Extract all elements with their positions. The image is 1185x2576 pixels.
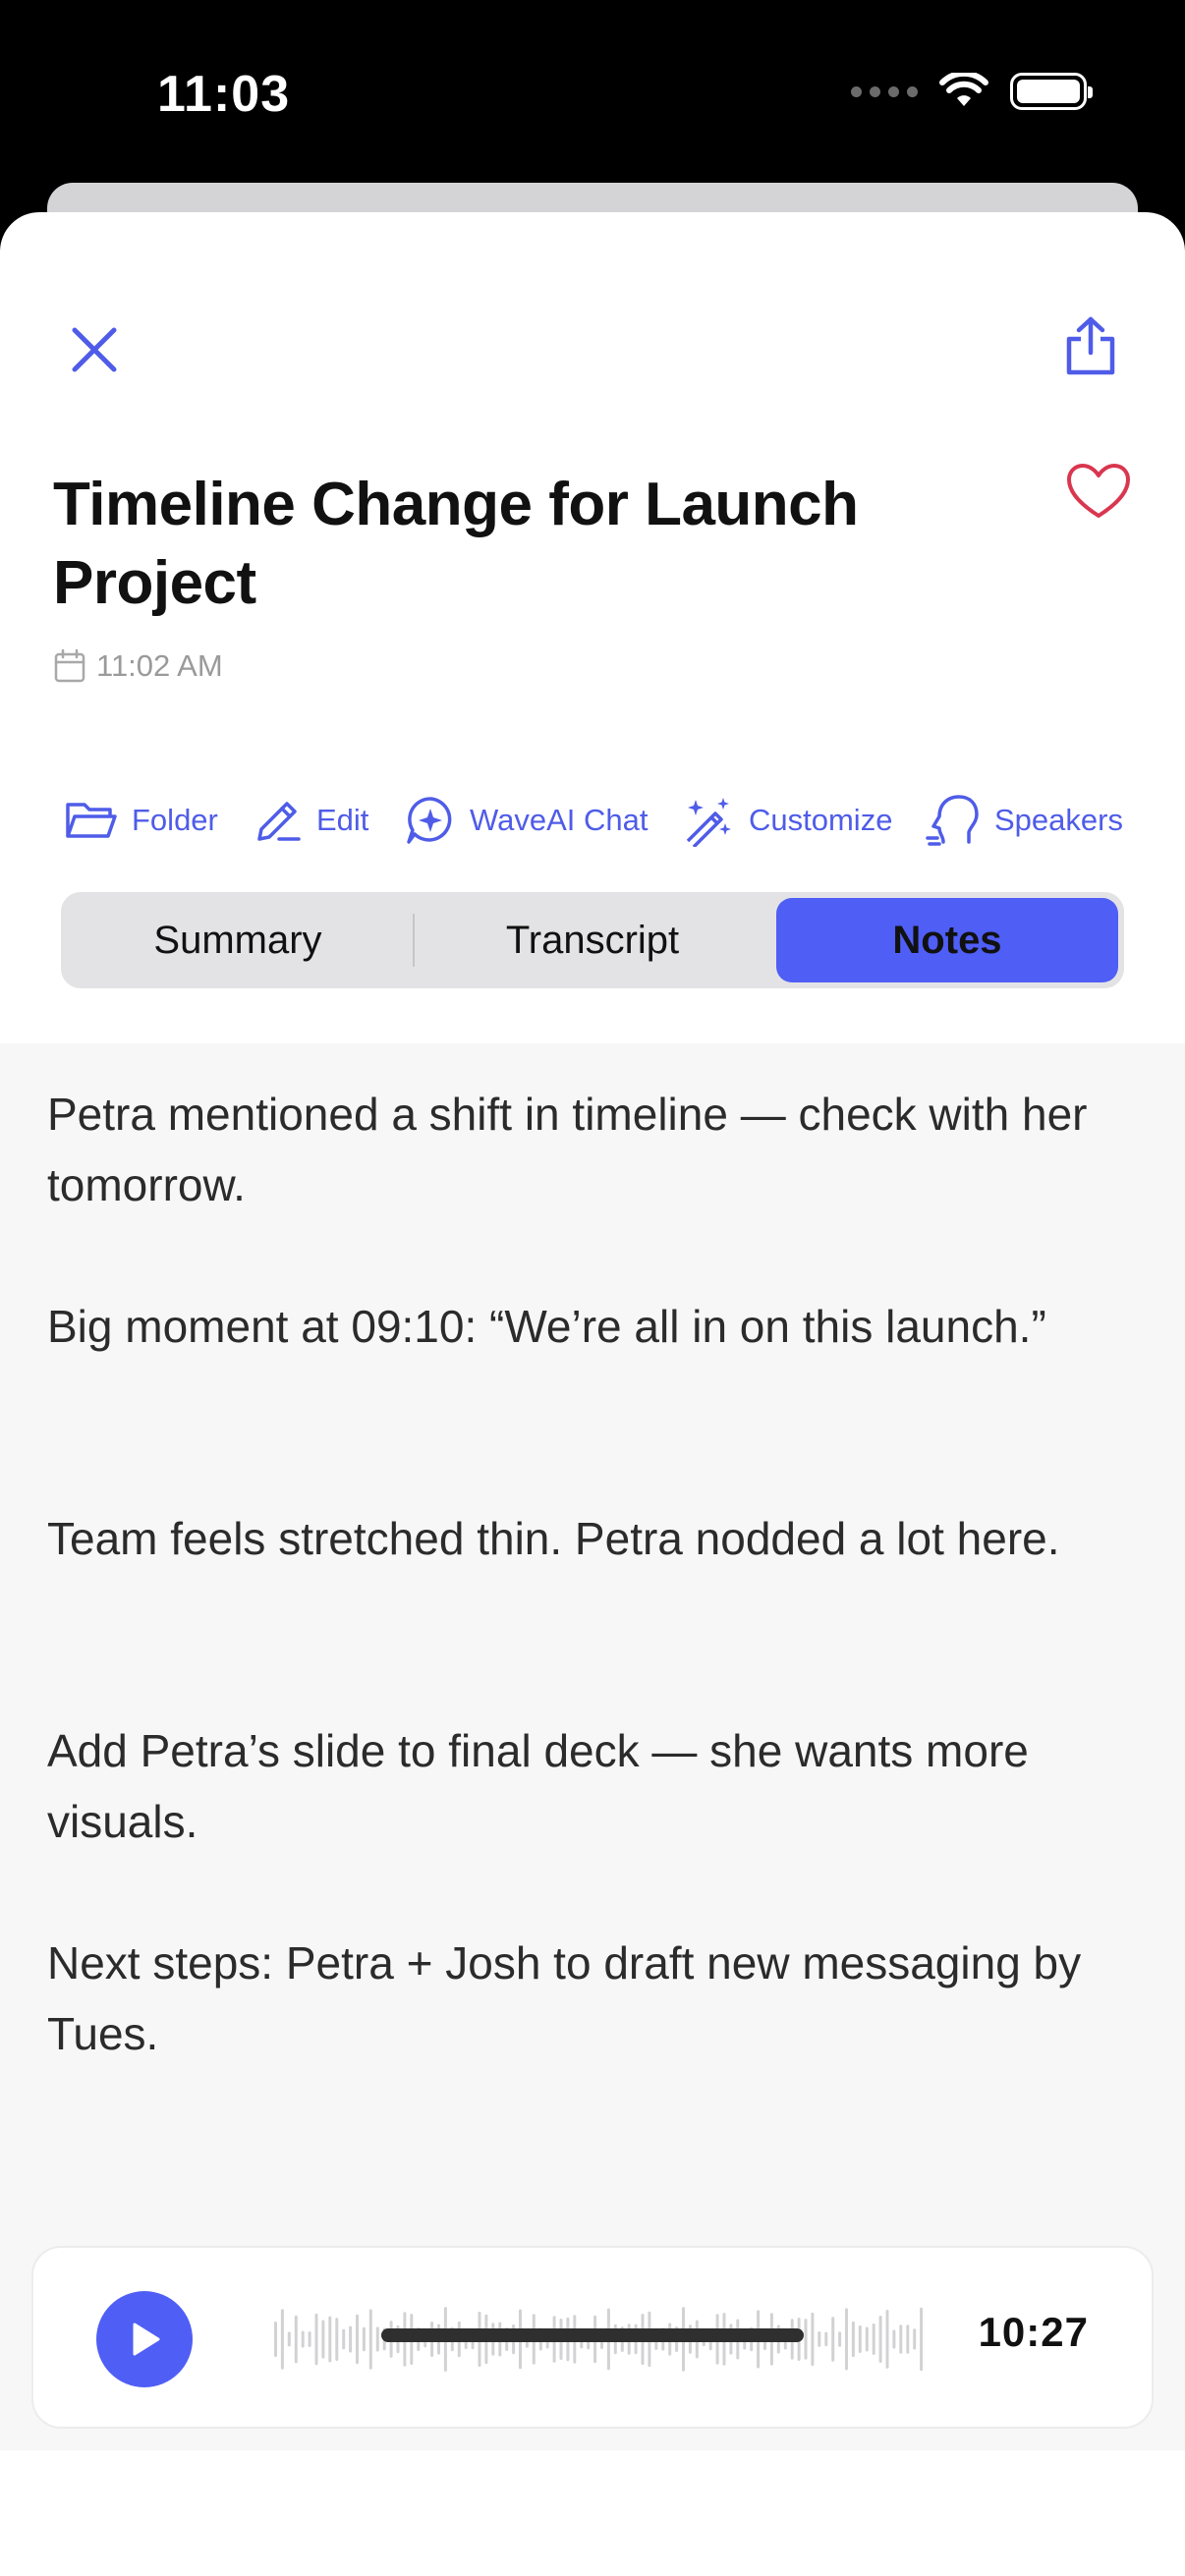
audio-duration: 10:27 — [978, 2309, 1089, 2355]
waveform-bar — [872, 2323, 875, 2355]
tab-transcript[interactable]: Transcript — [419, 898, 766, 982]
waveform-bar — [858, 2325, 862, 2353]
close-button[interactable] — [57, 312, 132, 387]
cellular-icon — [851, 85, 918, 97]
waveform-bar — [280, 2309, 284, 2370]
wifi-icon — [939, 73, 988, 106]
note-paragraph: Petra mentioned a shift in timeline — ch… — [47, 1089, 1088, 1210]
note-paragraph: Big moment at 09:10: “We’re all in on th… — [47, 1301, 1046, 1352]
ai-chat-icon — [407, 797, 452, 844]
home-indicator — [381, 2328, 804, 2342]
waveform-bar — [913, 2328, 917, 2350]
recording-date: 11:02 AM — [53, 648, 223, 684]
play-button[interactable] — [96, 2291, 193, 2387]
waveform-bar — [294, 2315, 298, 2364]
speakers-label: Speakers — [994, 803, 1123, 837]
favorite-button[interactable] — [1059, 452, 1138, 531]
waveform-bar — [906, 2324, 910, 2354]
waveform-bar — [851, 2321, 855, 2358]
waveform-bar — [892, 2329, 896, 2349]
recording-sheet: Timeline Change for Launch Project 11:02… — [0, 212, 1185, 2576]
waveform-bar — [375, 2326, 379, 2352]
waveform-bar — [811, 2312, 815, 2367]
status-icons — [851, 73, 1093, 110]
edit-button[interactable]: Edit — [254, 790, 368, 851]
waveform-bar — [845, 2308, 848, 2371]
tab-summary[interactable]: Summary — [67, 898, 409, 982]
heart-icon — [1067, 464, 1130, 518]
waveform-bar — [838, 2331, 842, 2347]
waveai-chat-label: WaveAI Chat — [470, 803, 649, 837]
note-paragraph: Add Petra’s slide to final deck — she wa… — [47, 1725, 1029, 1847]
waveform-bar — [920, 2307, 924, 2372]
waveform-bar — [362, 2326, 366, 2352]
recording-title: Timeline Change for Launch Project — [53, 471, 859, 617]
waveform-bar — [356, 2314, 359, 2365]
action-toolbar: Folder Edit WaveAI Chat Customize Speake… — [63, 790, 1144, 851]
calendar-icon — [54, 648, 85, 683]
tab-notes[interactable]: Notes — [776, 898, 1118, 982]
close-icon — [72, 327, 117, 372]
waveform-bar — [314, 2313, 318, 2366]
notes-panel: Petra mentioned a shift in timeline — ch… — [0, 1043, 1185, 2450]
pencil-icon — [257, 802, 301, 841]
waveform-bar — [824, 2331, 828, 2347]
view-tabs: Summary Transcript Notes — [61, 892, 1124, 988]
note-paragraph: Next steps: Petra + Josh to draft new me… — [47, 1937, 1082, 2059]
waveform-bar — [342, 2328, 346, 2350]
status-bar: 11:03 — [0, 0, 1185, 187]
customize-label: Customize — [749, 803, 893, 837]
waveform-bar — [287, 2331, 291, 2347]
folder-icon — [66, 803, 117, 838]
edit-label: Edit — [316, 803, 369, 837]
waveform-bar — [878, 2316, 882, 2363]
folder-button[interactable]: Folder — [65, 790, 218, 851]
speakers-button[interactable]: Speakers — [926, 790, 1123, 851]
waveform-bar — [899, 2324, 903, 2354]
waveform-bar — [831, 2317, 835, 2362]
folder-label: Folder — [132, 803, 218, 837]
waveform-bar — [368, 2309, 372, 2370]
waveform-bar — [818, 2331, 821, 2347]
magic-wand-icon — [686, 798, 731, 847]
waveform-bar — [349, 2325, 353, 2353]
battery-icon — [1010, 73, 1093, 110]
share-icon — [1066, 316, 1115, 375]
status-time: 11:03 — [157, 66, 291, 123]
note-paragraph: Team feels stretched thin. Petra nodded … — [47, 1513, 1060, 1564]
speaker-profile-icon — [926, 795, 979, 846]
waveform-bar — [885, 2310, 889, 2369]
waveform-bar — [301, 2330, 305, 2348]
waveform-bar — [804, 2319, 808, 2360]
waveform-bar — [865, 2326, 869, 2352]
recording-time: 11:02 AM — [96, 648, 223, 683]
play-icon — [133, 2323, 160, 2356]
waveform-bar — [274, 2322, 277, 2357]
share-button[interactable] — [1051, 307, 1130, 385]
waveform-bar — [335, 2318, 339, 2361]
waveform-bar — [308, 2331, 311, 2347]
waveform-bar — [321, 2320, 325, 2359]
waveai-chat-button[interactable]: WaveAI Chat — [405, 790, 648, 851]
waveform-bar — [328, 2316, 332, 2363]
customize-button[interactable]: Customize — [682, 790, 892, 851]
tab-divider — [413, 914, 415, 967]
